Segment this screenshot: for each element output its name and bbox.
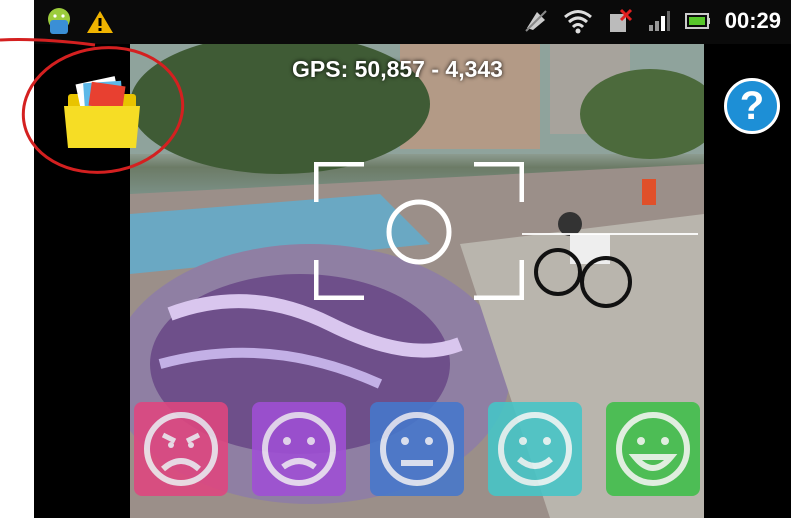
sim-error-icon [609,8,632,32]
mood-sad-button[interactable] [252,402,346,496]
mood-very-sad-button[interactable] [134,402,228,496]
sad-face-icon [262,412,336,486]
battery-icon [684,13,710,29]
device-screen: 00:29 GPS: 50,857 - 4,343 ? [34,0,791,518]
signal-icon [648,11,670,31]
very-happy-face-icon [616,412,690,486]
happy-face-icon [498,412,572,486]
mood-very-happy-button[interactable] [606,402,700,496]
mood-happy-button[interactable] [488,402,582,496]
mood-neutral-button[interactable] [370,402,464,496]
very-sad-face-icon [144,412,218,486]
mood-row [134,402,700,498]
status-bar: 00:29 [34,0,791,44]
gps-off-icon [525,10,547,32]
status-right: 00:29 [523,8,781,34]
neutral-face-icon [380,412,454,486]
status-time: 00:29 [724,8,781,33]
gallery-folder-button[interactable] [60,72,144,152]
android-icon [48,8,70,34]
gps-readout: GPS: 50,857 - 4,343 [292,56,503,82]
warning-icon [87,11,113,33]
focus-reticle [314,162,524,300]
wifi-icon [563,10,592,34]
status-left [44,6,114,38]
help-button[interactable]: ? [724,78,780,134]
horizon-line [522,233,698,235]
